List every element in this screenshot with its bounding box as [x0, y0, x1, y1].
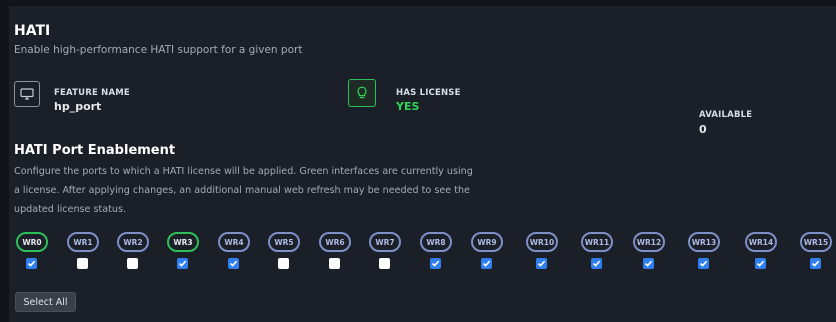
port-wr4: WR4	[218, 232, 254, 272]
port-wr0: WR0	[16, 232, 52, 272]
port-pill[interactable]: WR10	[526, 232, 558, 252]
port-checkbox[interactable]	[430, 258, 441, 269]
port-checkbox[interactable]	[755, 258, 766, 269]
port-wr6: WR6	[319, 232, 355, 272]
port-pill[interactable]: WR1	[67, 232, 99, 252]
port-checkbox[interactable]	[481, 258, 492, 269]
available-value: 0	[699, 123, 707, 136]
lightbulb-icon	[348, 79, 376, 107]
port-list: WR0 WR1 WR2 WR3 WR4 WR5 WR6 WR7 WR8 WR9 …	[16, 232, 836, 272]
port-pill[interactable]: WR11	[581, 232, 613, 252]
hati-subtitle: Enable high-performance HATI support for…	[14, 44, 303, 56]
available-label: AVAILABLE	[699, 110, 753, 120]
has-license-label: HAS LICENSE	[396, 88, 461, 98]
port-wr8: WR8	[420, 232, 456, 272]
port-pill[interactable]: WR8	[420, 232, 452, 252]
port-wr14: WR14	[745, 232, 781, 272]
port-pill[interactable]: WR9	[471, 232, 503, 252]
port-enablement-description: Configure the ports to which a HATI lice…	[14, 166, 473, 215]
port-wr1: WR1	[67, 232, 103, 272]
port-wr9: WR9	[471, 232, 507, 272]
port-pill[interactable]: WR4	[218, 232, 250, 252]
feature-name-value: hp_port	[54, 100, 102, 113]
port-checkbox[interactable]	[329, 258, 340, 269]
port-pill[interactable]: WR12	[633, 232, 665, 252]
port-pill[interactable]: WR15	[800, 232, 832, 252]
port-pill[interactable]: WR5	[268, 232, 300, 252]
port-pill[interactable]: WR13	[688, 232, 720, 252]
port-pill[interactable]: WR14	[745, 232, 777, 252]
port-wr5: WR5	[268, 232, 304, 272]
port-checkbox[interactable]	[177, 258, 188, 269]
port-wr13: WR13	[688, 232, 724, 272]
monitor-icon	[14, 81, 40, 107]
port-checkbox[interactable]	[698, 258, 709, 269]
port-checkbox[interactable]	[536, 258, 547, 269]
port-pill[interactable]: WR0	[16, 232, 48, 252]
port-checkbox[interactable]	[228, 258, 239, 269]
port-wr2: WR2	[117, 232, 153, 272]
port-wr12: WR12	[633, 232, 669, 272]
port-checkbox[interactable]	[379, 258, 390, 269]
port-checkbox[interactable]	[278, 258, 289, 269]
port-checkbox[interactable]	[643, 258, 654, 269]
port-wr3: WR3	[167, 232, 203, 272]
port-checkbox[interactable]	[810, 258, 821, 269]
port-wr10: WR10	[526, 232, 562, 272]
port-checkbox[interactable]	[77, 258, 88, 269]
has-license-value: YES	[396, 100, 420, 113]
port-checkbox[interactable]	[26, 258, 37, 269]
port-pill[interactable]: WR3	[167, 232, 199, 252]
port-pill[interactable]: WR2	[117, 232, 149, 252]
port-pill[interactable]: WR7	[369, 232, 401, 252]
port-wr7: WR7	[369, 232, 405, 272]
port-wr11: WR11	[581, 232, 617, 272]
port-checkbox[interactable]	[127, 258, 138, 269]
hati-title: HATI	[14, 23, 51, 39]
port-pill[interactable]: WR6	[319, 232, 351, 252]
port-enablement-title: HATI Port Enablement	[14, 143, 176, 158]
select-all-button[interactable]: Select All	[15, 292, 76, 312]
feature-name-label: FEATURE NAME	[54, 88, 130, 98]
port-wr15: WR15	[800, 232, 836, 272]
port-checkbox[interactable]	[591, 258, 602, 269]
